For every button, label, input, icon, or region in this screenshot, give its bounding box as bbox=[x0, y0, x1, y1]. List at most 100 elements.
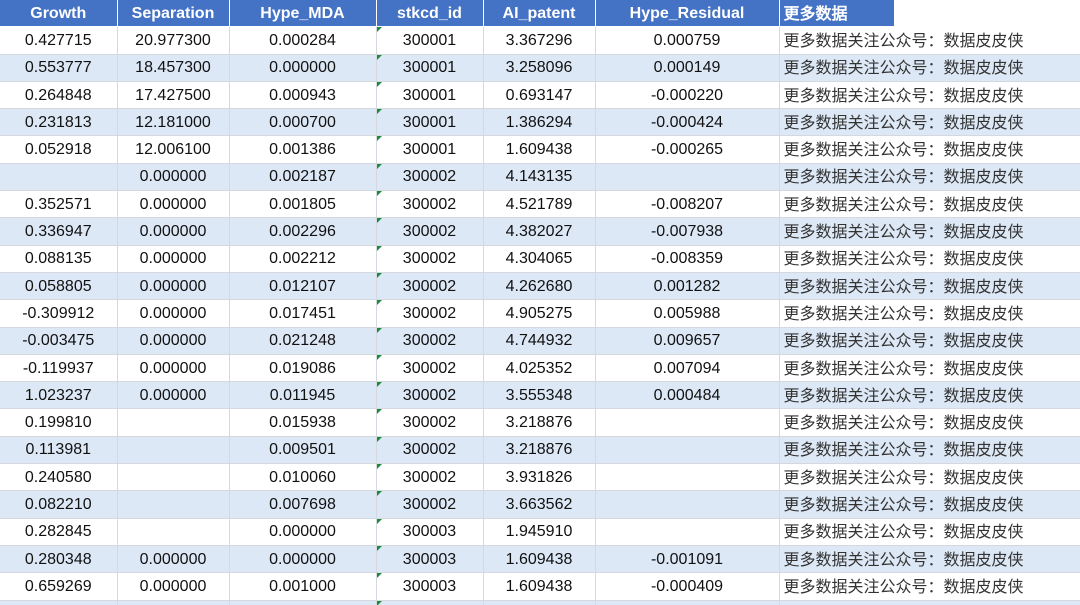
cell-growth[interactable]: 0.427715 bbox=[0, 26, 118, 55]
cell-stkcd-id[interactable]: 300002 bbox=[376, 217, 484, 246]
cell-ai-patent[interactable]: 2.079442 bbox=[483, 600, 596, 605]
cell-separation[interactable]: 0.000000 bbox=[117, 217, 230, 246]
cell-separation[interactable]: 0.000000 bbox=[117, 354, 230, 383]
cell-stkcd-id[interactable]: 300002 bbox=[376, 436, 484, 465]
cell-separation[interactable]: 0.000000 bbox=[117, 381, 230, 410]
cell-hype-residual[interactable]: -0.007938 bbox=[595, 217, 780, 246]
cell-more-data-note[interactable]: 更多数据关注公众号：数据皮皮侠 bbox=[779, 81, 1080, 110]
cell-ai-patent[interactable]: 1.609438 bbox=[483, 545, 596, 574]
cell-separation[interactable]: 0.000000 bbox=[117, 327, 230, 355]
cell-growth[interactable]: 1.023237 bbox=[0, 381, 118, 410]
cell-hype-residual[interactable]: 0.007094 bbox=[595, 354, 780, 383]
cell-ai-patent[interactable]: 3.218876 bbox=[483, 408, 596, 437]
cell-hype-residual[interactable]: 0.009657 bbox=[595, 327, 780, 355]
cell-ai-patent[interactable]: 4.025352 bbox=[483, 354, 596, 383]
cell-hype-mda[interactable]: 0.017451 bbox=[229, 299, 377, 328]
cell-hype-mda[interactable]: 0.002187 bbox=[229, 163, 377, 192]
cell-ai-patent[interactable]: 3.931826 bbox=[483, 463, 596, 492]
cell-more-data-note[interactable]: 更多数据关注公众号：数据皮皮侠 bbox=[779, 600, 1080, 605]
cell-hype-residual[interactable]: 0.000484 bbox=[595, 381, 780, 410]
cell-separation[interactable] bbox=[117, 490, 230, 519]
column-header-separation[interactable]: Separation bbox=[117, 0, 230, 28]
cell-hype-mda[interactable]: 0.011945 bbox=[229, 381, 377, 410]
cell-ai-patent[interactable]: 3.663562 bbox=[483, 490, 596, 519]
cell-more-data-note[interactable]: 更多数据关注公众号：数据皮皮侠 bbox=[779, 327, 1080, 355]
cell-growth[interactable]: 0.352571 bbox=[0, 190, 118, 219]
cell-more-data-note[interactable]: 更多数据关注公众号：数据皮皮侠 bbox=[779, 436, 1080, 465]
cell-growth[interactable]: 0.240580 bbox=[0, 463, 118, 492]
cell-ai-patent[interactable]: 0.693147 bbox=[483, 81, 596, 110]
cell-growth[interactable]: -0.119937 bbox=[0, 354, 118, 383]
cell-hype-residual[interactable]: -0.000220 bbox=[595, 81, 780, 110]
cell-hype-mda[interactable]: 0.009501 bbox=[229, 436, 377, 465]
cell-growth[interactable]: 0.264848 bbox=[0, 81, 118, 110]
cell-ai-patent[interactable]: 3.555348 bbox=[483, 381, 596, 410]
cell-ai-patent[interactable]: 1.945910 bbox=[483, 518, 596, 546]
cell-hype-mda[interactable]: 0.000605 bbox=[229, 600, 377, 605]
cell-growth[interactable]: 0.280348 bbox=[0, 545, 118, 574]
cell-more-data-note[interactable]: 更多数据关注公众号：数据皮皮侠 bbox=[779, 463, 1080, 492]
column-header-growth[interactable]: Growth bbox=[0, 0, 118, 28]
cell-hype-residual[interactable] bbox=[595, 163, 780, 192]
cell-hype-mda[interactable]: 0.012107 bbox=[229, 272, 377, 301]
cell-more-data-note[interactable]: 更多数据关注公众号：数据皮皮侠 bbox=[779, 26, 1080, 55]
cell-ai-patent[interactable]: 3.258096 bbox=[483, 54, 596, 82]
cell-more-data-note[interactable]: 更多数据关注公众号：数据皮皮侠 bbox=[779, 135, 1080, 164]
cell-hype-mda[interactable]: 0.001000 bbox=[229, 572, 377, 601]
cell-hype-residual[interactable]: 0.000759 bbox=[595, 26, 780, 55]
cell-more-data-note[interactable]: 更多数据关注公众号：数据皮皮侠 bbox=[779, 108, 1080, 137]
cell-growth[interactable]: 0.231813 bbox=[0, 108, 118, 137]
cell-stkcd-id[interactable]: 300001 bbox=[376, 135, 484, 164]
cell-separation[interactable]: 0.000000 bbox=[117, 600, 230, 605]
cell-more-data-note[interactable]: 更多数据关注公众号：数据皮皮侠 bbox=[779, 518, 1080, 546]
cell-ai-patent[interactable]: 4.744932 bbox=[483, 327, 596, 355]
cell-hype-residual[interactable]: -0.000424 bbox=[595, 108, 780, 137]
cell-stkcd-id[interactable]: 300001 bbox=[376, 81, 484, 110]
cell-growth[interactable] bbox=[0, 163, 118, 192]
cell-stkcd-id[interactable]: 300002 bbox=[376, 272, 484, 301]
cell-ai-patent[interactable]: 3.367296 bbox=[483, 26, 596, 55]
cell-stkcd-id[interactable]: 300002 bbox=[376, 381, 484, 410]
cell-more-data-note[interactable]: 更多数据关注公众号：数据皮皮侠 bbox=[779, 299, 1080, 328]
cell-hype-residual[interactable]: 0.001282 bbox=[595, 272, 780, 301]
cell-hype-mda[interactable]: 0.000700 bbox=[229, 108, 377, 137]
cell-stkcd-id[interactable]: 300003 bbox=[376, 600, 484, 605]
cell-separation[interactable]: 20.977300 bbox=[117, 26, 230, 55]
cell-ai-patent[interactable]: 4.521789 bbox=[483, 190, 596, 219]
empty-header-cell[interactable] bbox=[894, 0, 1080, 28]
cell-stkcd-id[interactable]: 300002 bbox=[376, 299, 484, 328]
cell-hype-mda[interactable]: 0.000943 bbox=[229, 81, 377, 110]
cell-stkcd-id[interactable]: 300001 bbox=[376, 26, 484, 55]
cell-more-data-note[interactable]: 更多数据关注公众号：数据皮皮侠 bbox=[779, 572, 1080, 601]
cell-stkcd-id[interactable]: 300003 bbox=[376, 572, 484, 601]
cell-separation[interactable]: 12.006100 bbox=[117, 135, 230, 164]
cell-stkcd-id[interactable]: 300003 bbox=[376, 545, 484, 574]
cell-hype-mda[interactable]: 0.000000 bbox=[229, 54, 377, 82]
cell-hype-residual[interactable] bbox=[595, 463, 780, 492]
cell-hype-residual[interactable] bbox=[595, 436, 780, 465]
cell-more-data-note[interactable]: 更多数据关注公众号：数据皮皮侠 bbox=[779, 217, 1080, 246]
column-header-hype-mda[interactable]: Hype_MDA bbox=[229, 0, 377, 28]
cell-stkcd-id[interactable]: 300001 bbox=[376, 108, 484, 137]
cell-separation[interactable] bbox=[117, 463, 230, 492]
cell-hype-mda[interactable]: 0.002212 bbox=[229, 245, 377, 273]
cell-separation[interactable]: 17.427500 bbox=[117, 81, 230, 110]
cell-separation[interactable]: 0.000000 bbox=[117, 163, 230, 192]
cell-separation[interactable] bbox=[117, 408, 230, 437]
cell-hype-residual[interactable]: 0.000149 bbox=[595, 54, 780, 82]
cell-hype-residual[interactable]: -0.000265 bbox=[595, 135, 780, 164]
cell-stkcd-id[interactable]: 300002 bbox=[376, 327, 484, 355]
cell-growth[interactable]: 0.082210 bbox=[0, 490, 118, 519]
cell-more-data-note[interactable]: 更多数据关注公众号：数据皮皮侠 bbox=[779, 245, 1080, 273]
cell-growth[interactable]: 0.088135 bbox=[0, 245, 118, 273]
cell-hype-mda[interactable]: 0.000000 bbox=[229, 518, 377, 546]
cell-hype-mda[interactable]: 0.000284 bbox=[229, 26, 377, 55]
cell-more-data-note[interactable]: 更多数据关注公众号：数据皮皮侠 bbox=[779, 381, 1080, 410]
cell-hype-mda[interactable]: 0.002296 bbox=[229, 217, 377, 246]
cell-ai-patent[interactable]: 4.382027 bbox=[483, 217, 596, 246]
cell-hype-residual[interactable]: 0.005988 bbox=[595, 299, 780, 328]
cell-hype-mda[interactable]: 0.001386 bbox=[229, 135, 377, 164]
cell-stkcd-id[interactable]: 300002 bbox=[376, 490, 484, 519]
cell-separation[interactable]: 0.000000 bbox=[117, 545, 230, 574]
cell-growth[interactable]: 0.553777 bbox=[0, 54, 118, 82]
